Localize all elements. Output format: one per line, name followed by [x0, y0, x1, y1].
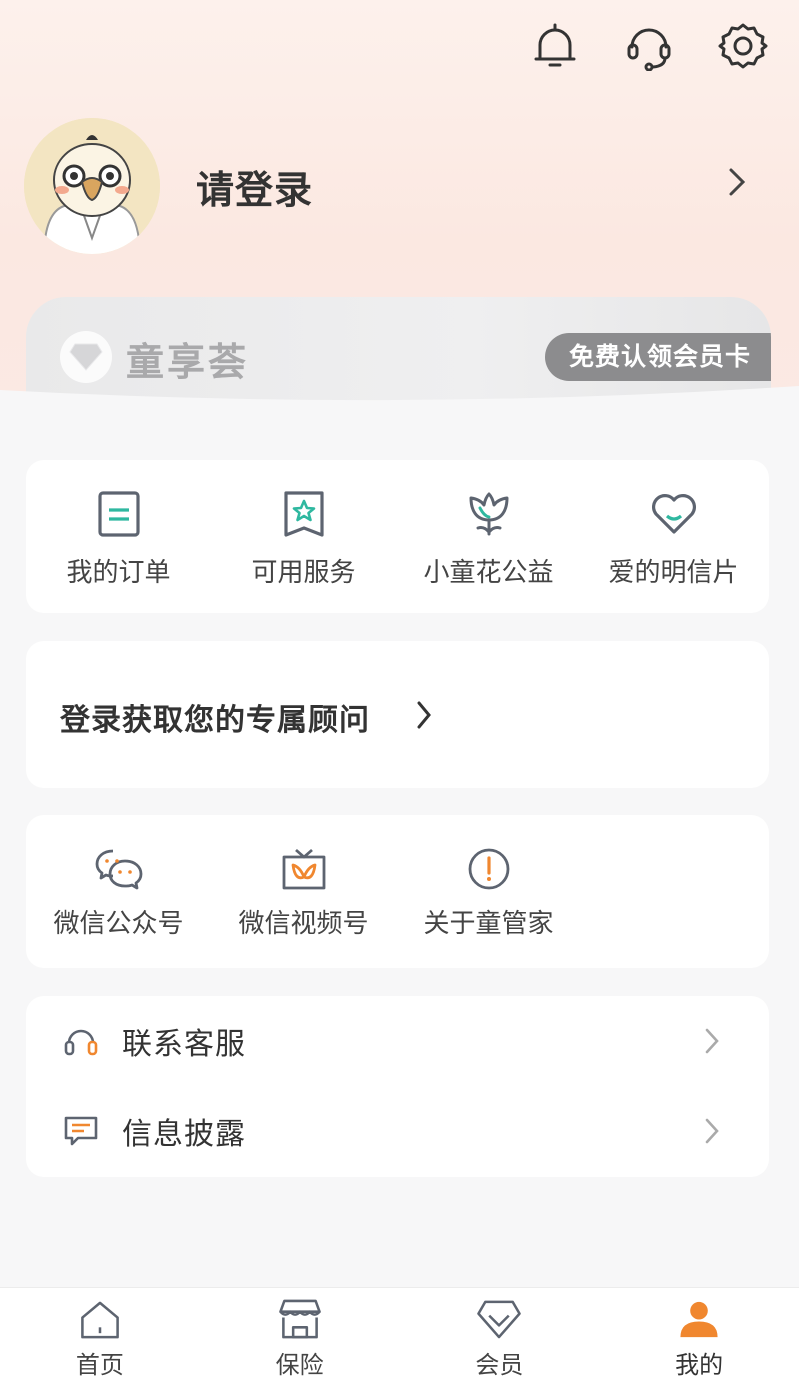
- login-prompt: 请登录: [196, 167, 314, 212]
- tab-home[interactable]: 首页: [0, 1288, 200, 1380]
- tab-member[interactable]: 会员: [400, 1288, 600, 1380]
- chevron-right-icon: [417, 701, 431, 729]
- chevron-right-icon: [705, 1028, 719, 1054]
- available-services[interactable]: 可用服务: [211, 460, 396, 613]
- list-item-label: 联系客服: [122, 1027, 246, 1062]
- social-menu-label: 关于童管家: [423, 909, 554, 939]
- headset-icon: [64, 1029, 98, 1056]
- message-icon: [64, 1116, 98, 1146]
- order-icon: [97, 491, 140, 537]
- social-menu-label: 微信公众号: [53, 909, 184, 939]
- profile-login[interactable]: 请登录: [24, 116, 764, 256]
- wechat-official[interactable]: 微信公众号: [26, 815, 211, 968]
- home-icon: [81, 1301, 119, 1339]
- info-icon: [468, 848, 509, 890]
- advisor-prompt: 登录获取您的专属顾问: [60, 703, 370, 738]
- quick-menu: 我的订单 可用服务 小童花公益 爱的明信片: [26, 460, 769, 613]
- chevron-right-icon: [729, 168, 746, 196]
- social-menu-label: 微信视频号: [238, 909, 369, 939]
- quick-menu-label: 可用服务: [251, 558, 356, 588]
- tab-label: 保险: [275, 1351, 324, 1379]
- avatar: [24, 118, 160, 254]
- flower-icon: [469, 492, 508, 536]
- diamond-icon: [477, 1300, 522, 1339]
- list-item-label: 信息披露: [122, 1117, 246, 1152]
- quick-menu-label: 爱的明信片: [608, 558, 739, 588]
- tab-mine[interactable]: 我的: [599, 1288, 799, 1380]
- wave-divider: [0, 386, 799, 442]
- wechat-channels[interactable]: 微信视频号: [211, 815, 396, 968]
- top-actions: [527, 18, 771, 74]
- gear-icon[interactable]: [715, 18, 771, 74]
- tab-label: 首页: [75, 1351, 124, 1379]
- quick-menu-label: 小童花公益: [423, 558, 554, 588]
- chevron-right-icon: [705, 1118, 719, 1144]
- charity[interactable]: 小童花公益: [396, 460, 581, 613]
- social-menu: 微信公众号 微信视频号 关于童管家: [26, 815, 769, 968]
- store-icon: [278, 1299, 321, 1339]
- advisor-card[interactable]: 登录获取您的专属顾问: [26, 641, 769, 788]
- headset-icon[interactable]: [621, 18, 677, 74]
- settings-list: 联系客服 信息披露: [26, 996, 769, 1177]
- love-postcard[interactable]: 爱的明信片: [581, 460, 766, 613]
- bell-icon[interactable]: [527, 18, 583, 74]
- tab-insurance[interactable]: 保险: [200, 1288, 400, 1380]
- bottom-tabbar: 首页 保险 会员 我的: [0, 1287, 799, 1380]
- user-icon: [680, 1301, 718, 1338]
- tab-label: 会员: [475, 1351, 524, 1379]
- my-orders[interactable]: 我的订单: [26, 460, 211, 613]
- tab-label: 我的: [675, 1351, 724, 1379]
- heart-icon: [651, 494, 696, 534]
- wechat-icon: [95, 849, 142, 890]
- about-app[interactable]: 关于童管家: [396, 815, 581, 968]
- star-bookmark-icon: [283, 491, 324, 537]
- quick-menu-label: 我的订单: [66, 558, 171, 588]
- video-channel-icon: [282, 848, 325, 890]
- list-item-disclosure[interactable]: 信息披露: [26, 1086, 769, 1176]
- list-item-customer-service[interactable]: 联系客服: [26, 996, 769, 1086]
